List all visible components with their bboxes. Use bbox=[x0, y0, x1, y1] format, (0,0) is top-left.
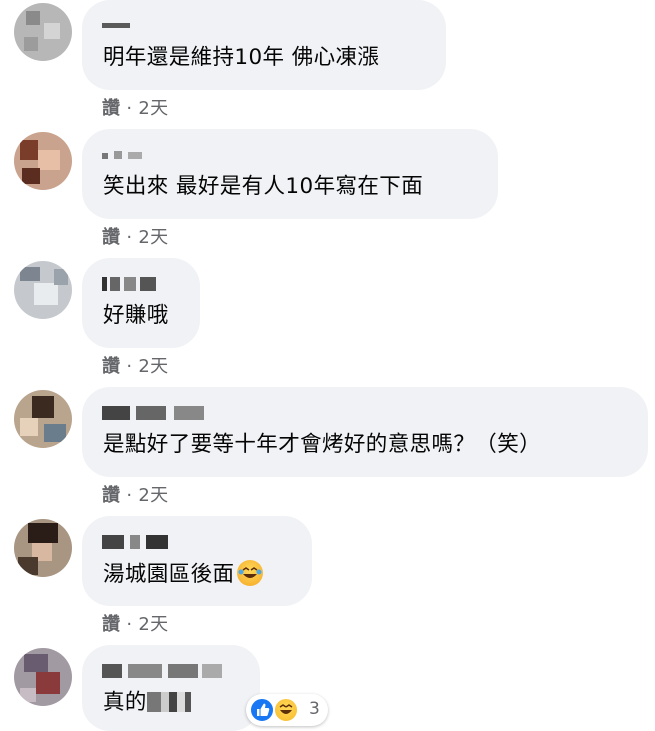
like-link[interactable]: 讚 bbox=[102, 614, 120, 635]
avatar[interactable] bbox=[14, 261, 72, 319]
avatar[interactable] bbox=[14, 648, 72, 706]
laughing-emoji-icon bbox=[237, 560, 264, 586]
haha-icon bbox=[273, 697, 299, 723]
reaction-count: 3 bbox=[309, 699, 320, 719]
comment-meta: 讚 · 2天 bbox=[102, 610, 168, 636]
comment-meta: 讚 · 2天 bbox=[102, 94, 168, 120]
like-link[interactable]: 讚 bbox=[102, 485, 120, 506]
like-link[interactable]: 讚 bbox=[102, 98, 120, 119]
avatar[interactable] bbox=[14, 390, 72, 448]
comment-bubble: 是點好了要等十年才會烤好的意思嗎？（笑） bbox=[82, 387, 648, 477]
like-link[interactable]: 讚 bbox=[102, 227, 120, 248]
comment-text: 是點好了要等十年才會烤好的意思嗎？（笑） bbox=[103, 432, 542, 457]
separator: · bbox=[120, 98, 139, 119]
comment-text: 好賺哦 bbox=[103, 303, 169, 328]
like-icon bbox=[249, 697, 275, 723]
comment-bubble: 明年還是維持10年 佛心凍漲 bbox=[82, 0, 446, 90]
comment-meta: 讚 · 2天 bbox=[102, 223, 168, 249]
comment-text: 真的 bbox=[103, 689, 197, 717]
timestamp[interactable]: 2天 bbox=[138, 485, 168, 506]
comment-meta: 讚 · 2天 bbox=[102, 352, 168, 378]
blurred-text bbox=[146, 692, 197, 712]
comment-meta: 讚 · 2天 bbox=[102, 481, 168, 507]
timestamp[interactable]: 2天 bbox=[138, 356, 168, 377]
timestamp[interactable]: 2天 bbox=[138, 98, 168, 119]
comment-bubble: 笑出來 最好是有人10年寫在下面 bbox=[82, 129, 498, 219]
timestamp[interactable]: 2天 bbox=[138, 227, 168, 248]
comment-text: 明年還是維持10年 佛心凍漲 bbox=[103, 45, 380, 70]
comment-bubble: 湯城園區後面 bbox=[82, 516, 312, 606]
like-link[interactable]: 讚 bbox=[102, 356, 120, 377]
avatar[interactable] bbox=[14, 3, 72, 61]
separator: · bbox=[120, 356, 139, 377]
reaction-summary[interactable]: 3 bbox=[246, 694, 328, 726]
separator: · bbox=[120, 227, 139, 248]
comment-bubble: 真的 bbox=[82, 645, 260, 731]
separator: · bbox=[120, 614, 139, 635]
comment-text: 湯城園區後面 bbox=[103, 560, 264, 589]
timestamp[interactable]: 2天 bbox=[138, 614, 168, 635]
separator: · bbox=[120, 485, 139, 506]
comment-bubble: 好賺哦 bbox=[82, 258, 200, 348]
avatar[interactable] bbox=[14, 132, 72, 190]
avatar[interactable] bbox=[14, 519, 72, 577]
comment-text: 笑出來 最好是有人10年寫在下面 bbox=[103, 174, 424, 199]
